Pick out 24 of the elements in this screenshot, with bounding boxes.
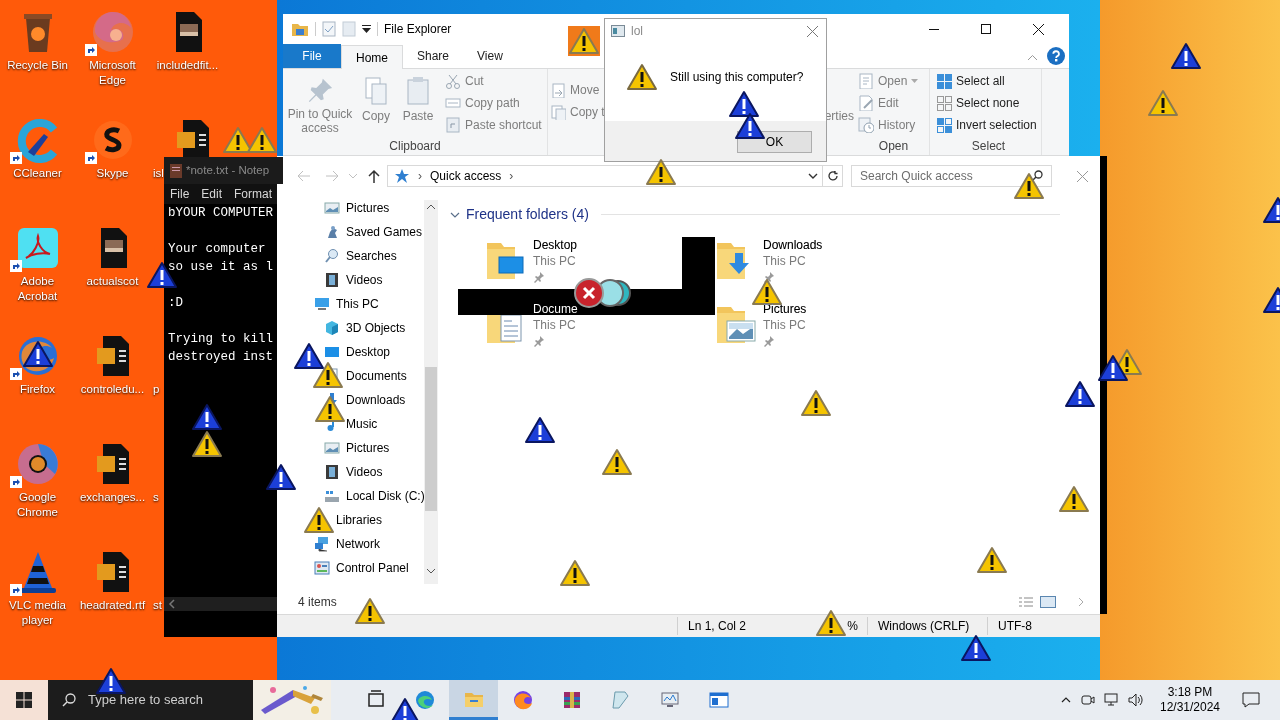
group-label: Open: [877, 138, 910, 155]
group-label: Clipboard: [388, 138, 442, 155]
text-line: bYOUR COMPUTER: [168, 205, 275, 222]
text-line: Your computer: [168, 241, 267, 258]
item-count: 4 items: [298, 594, 337, 611]
line-ending: Windows (CRLF): [867, 617, 987, 635]
text-line: so use it as l: [168, 259, 275, 276]
zoom-level: %: [846, 618, 859, 635]
path-separator: ›: [418, 168, 422, 185]
folder-location: This PC: [533, 317, 577, 333]
window-title: File Explorer: [384, 21, 452, 38]
dialog-message: Still using this computer?: [670, 69, 804, 86]
group-label: Select: [970, 138, 1007, 155]
text-line: :D: [168, 295, 184, 312]
search-input: Type here to search: [88, 690, 253, 710]
search-input: Search Quick access: [860, 167, 1005, 185]
folder-location: This PC: [763, 253, 807, 269]
folder-location: This PC: [763, 317, 807, 333]
dialog-title: lol: [631, 23, 643, 40]
text-line: destroyed inst: [168, 349, 275, 366]
encoding: UTF-8: [987, 617, 1032, 635]
folder-location: This PC: [533, 253, 577, 269]
window-title: *note.txt - Notep: [186, 162, 270, 178]
text-line: Trying to kill: [168, 331, 275, 348]
